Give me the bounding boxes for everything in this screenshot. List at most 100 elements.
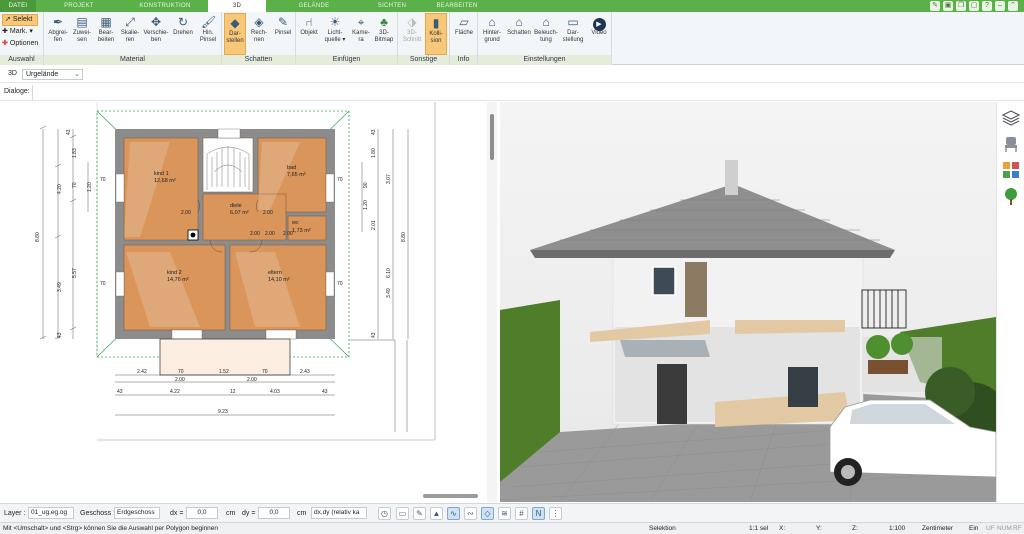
door-upper [685, 262, 707, 317]
drehen-button[interactable]: ↻ Drehen [171, 13, 195, 55]
plant-icon[interactable] [1001, 186, 1021, 206]
video-button[interactable]: ▶ Video [588, 13, 610, 55]
plus-icon: ✚ [2, 40, 8, 47]
help-icon[interactable]: ? [982, 1, 992, 11]
bearbeiten-button[interactable]: ▦ Bear-beiten [95, 13, 117, 55]
cursor-icon: ➚ [5, 16, 11, 23]
north-icon[interactable]: N [532, 507, 545, 520]
snap-point-icon[interactable]: ∾ [464, 507, 477, 520]
tab-datei[interactable]: DATEI [0, 0, 36, 12]
group-info: ▱ Fläche Info [450, 12, 478, 65]
lichtquelle-button[interactable]: ☀ Licht-quelle ▾ [322, 13, 348, 55]
beleuchtung-button[interactable]: ⌂ Beleuch-tung [534, 13, 558, 55]
room-area-kind1: 12,68 m² [154, 178, 176, 184]
scroll-thumb[interactable] [490, 114, 494, 160]
paint-icon[interactable]: ▲ [430, 507, 443, 520]
zuweisen-button[interactable]: ▤ Zuwei-sen [71, 13, 93, 55]
verschieben-button[interactable]: ✥ Verschie-ben [143, 13, 169, 55]
grid-icon[interactable]: # [515, 507, 528, 520]
bitmap-3d-button[interactable]: ♣ 3D- Bitmap [372, 13, 396, 55]
layers-icon[interactable] [1001, 108, 1021, 128]
dy-input[interactable]: 0,0 [258, 507, 290, 519]
hintergrund-button[interactable]: ⌂ Hinter-grund [480, 13, 504, 55]
plan-horizontal-scrollbar[interactable] [423, 494, 478, 498]
terrace-table [868, 360, 908, 374]
cube-icon: ◆ [230, 16, 240, 30]
window-lower [788, 367, 818, 407]
tab-projekt[interactable]: PROJEKT [36, 0, 122, 12]
group-label-schatten: Schatten [222, 55, 295, 65]
geschoss-select[interactable]: Erdgeschoss [114, 507, 160, 519]
dx-input[interactable]: 0,0 [186, 507, 218, 519]
clock-icon[interactable]: ◷ [378, 507, 391, 520]
rechnen-button[interactable]: ◈ Rech-nen [248, 13, 270, 55]
flaeche-button[interactable]: ▱ Fläche [453, 13, 475, 55]
coordinate-mode-select[interactable]: dx,dy (relativ ka [311, 507, 367, 519]
tab-konstruktion[interactable]: KONSTRUKTION [122, 0, 208, 12]
material-palette-icon[interactable] [1001, 160, 1021, 180]
pen-icon[interactable]: ✎ [930, 1, 940, 11]
pencil-icon[interactable]: ✎ [413, 507, 426, 520]
tab-sichten[interactable]: SICHTEN [362, 0, 422, 12]
minimize-icon[interactable]: – [995, 1, 1005, 11]
window-icon[interactable]: ▢ [969, 1, 979, 11]
tab-gelaende[interactable]: GELÄNDE [266, 0, 362, 12]
move-icon: ✥ [150, 15, 162, 29]
abgreifen-button[interactable]: ✒ Abgrei-fen [47, 13, 69, 55]
darstellung-button[interactable]: ▭ Dar-stellung [560, 13, 586, 55]
tab-bearbeiten[interactable]: BEARBEITEN [422, 0, 492, 12]
dim-bottom: 2.43 [300, 369, 310, 375]
house-light-icon: ⌂ [542, 15, 550, 29]
schatten-settings-button[interactable]: ⌂ Schatten [506, 13, 532, 55]
brush-icon: 🖌 [201, 15, 217, 29]
dim-left: 5.57 [72, 268, 78, 278]
status-flag-rf: RF [1013, 525, 1022, 532]
house-3d-render[interactable] [500, 102, 996, 502]
status-ratio: 1:1 sel [749, 525, 769, 532]
collision-icon: ▮ [432, 16, 440, 30]
plan-vertical-scrollbar[interactable] [487, 102, 497, 502]
darstellen-button[interactable]: ◆ Dar-stellen [224, 13, 246, 55]
options-button[interactable]: ✚ Optionen [2, 38, 38, 50]
schnitt-3d-button[interactable]: ⬗ 3D- Schnitt [401, 13, 423, 55]
door-dim: 2.00 [263, 210, 273, 216]
terrain-select[interactable]: Urgelände ⌄ [22, 69, 83, 80]
room-area-eltern: 14,10 m² [268, 277, 290, 283]
kollision-button[interactable]: ▮ Kolli-sion [425, 13, 447, 55]
floor-plan-drawing[interactable]: kind 1 12,68 m² bad 7,65 m² diele 6,07 m… [0, 102, 497, 502]
objekt-button[interactable]: ⑁ Objekt [298, 13, 320, 55]
schatten-pinsel-button[interactable]: ✎ Pinsel [272, 13, 294, 55]
restore-icon[interactable]: ❐ [956, 1, 966, 11]
chair-icon[interactable] [1001, 134, 1021, 154]
hin-pinsel-button[interactable]: 🖌 Hin. Pinsel [197, 13, 219, 55]
kamera-button[interactable]: ⌖ Kame-ra [350, 13, 372, 55]
skalieren-button[interactable]: ⤢ Skalie-ren [119, 13, 141, 55]
snap-grid-icon[interactable]: ◇ [481, 507, 494, 520]
ribbon: ➚ Selekt ✚ Mark. ▾ ✚ Optionen Auswahl ✒ Ab… [0, 12, 1024, 65]
layers-icon[interactable]: ≋ [498, 507, 511, 520]
monitor-icon[interactable]: ▭ [396, 507, 409, 520]
dim-right: 8.80 [401, 232, 407, 242]
status-flag-num: NUM [997, 525, 1012, 532]
door-dim: 2.00 [283, 231, 293, 237]
dx-label: dx = [170, 510, 184, 517]
view-label: 3D [8, 70, 17, 77]
mark-button[interactable]: ✚ Mark. ▾ [2, 26, 38, 38]
dim-left: 1.83 [72, 148, 78, 158]
snap-line-icon[interactable]: ∿ [447, 507, 460, 520]
status-ein: Ein [969, 525, 979, 532]
window-icon[interactable]: ▣ [943, 1, 953, 11]
dim-right: 1.20 [363, 200, 369, 210]
more-icon[interactable]: ⋮ [549, 507, 562, 520]
viewport-3d[interactable] [500, 102, 996, 502]
assign-icon: ▤ [76, 15, 88, 29]
layer-select[interactable]: 01_ug.eg.og [28, 507, 74, 519]
expand-icon[interactable]: ⌃ [1008, 1, 1018, 11]
dim-bottom: 2.42 [137, 369, 147, 375]
status-z: Z: [852, 525, 858, 532]
select-button[interactable]: ➚ Selekt [2, 14, 39, 26]
floor-plan-view[interactable]: kind 1 12,68 m² bad 7,65 m² diele 6,07 m… [0, 102, 497, 502]
status-unit: Zentimeter [922, 525, 954, 532]
room-label-wc: wc [291, 220, 299, 226]
tab-3d[interactable]: 3D [208, 0, 266, 12]
